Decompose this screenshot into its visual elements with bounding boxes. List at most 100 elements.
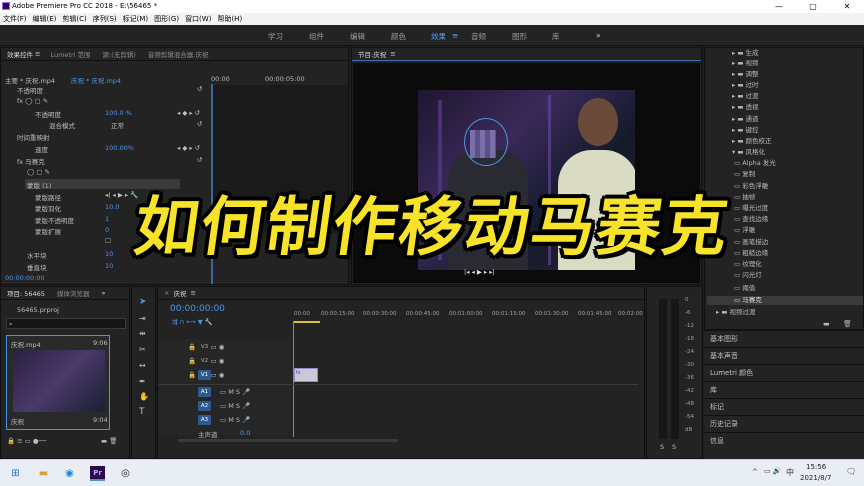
tab-menu-icon[interactable]: ≡ [35, 50, 40, 58]
workspace-editing[interactable]: 编辑 [350, 31, 365, 42]
panel-essential-sound[interactable]: 基本声音 [704, 347, 864, 364]
blend-mode-select[interactable]: 正常 [111, 120, 124, 130]
blend-reset-icon[interactable]: ↺ [197, 120, 202, 128]
capture-app-icon[interactable]: ◎ [118, 466, 133, 481]
mask-outline[interactable] [464, 118, 508, 166]
menu-help[interactable]: 帮助(H) [217, 13, 242, 25]
effect-folder-transition[interactable]: ▸ ▬ 过渡 [732, 90, 759, 100]
notification-icon[interactable]: 🗨 [846, 467, 856, 476]
effect-replicate[interactable]: ▭ 复制 [734, 168, 755, 178]
track-a1[interactable]: A1 [198, 387, 211, 397]
project-new-item-icon[interactable]: ▬ 🗑 [101, 437, 117, 445]
workspace-color[interactable]: 颜色 [391, 31, 406, 42]
workspace-libraries[interactable]: 库 [552, 31, 560, 42]
project-bottom-tools[interactable]: 🔒 ≡ ▭ ●── [7, 437, 46, 445]
v1-lock-toggles[interactable]: 🔒 ▭ ◉ [188, 371, 224, 379]
timeline-horizontal-scrollbar[interactable] [178, 439, 398, 442]
work-area-bar[interactable] [294, 321, 320, 323]
opacity-value[interactable]: 100.0 % [105, 109, 132, 117]
slip-tool-icon[interactable]: ↔ [139, 361, 146, 370]
program-menu-icon[interactable]: ≡ [390, 50, 395, 58]
mosaic-reset-icon[interactable]: ↺ [197, 156, 202, 164]
pen-tool-icon[interactable]: ✒ [139, 377, 146, 386]
clip-thumbnail-card[interactable]: 庆祝.mp4 9:06 庆祝 9:04 [6, 335, 110, 430]
menu-window[interactable]: 窗口(W) [185, 13, 211, 25]
project-overflow-icon[interactable]: » [101, 289, 105, 297]
menu-marker[interactable]: 标记(M) [123, 13, 149, 25]
timeline-clip-v1[interactable]: fx [294, 368, 318, 382]
panel-history[interactable]: 历史记录 [704, 415, 864, 432]
master-track-value[interactable]: 0.0 [240, 429, 250, 437]
ec-timecode[interactable]: 00:00:00:00 [5, 274, 45, 282]
effect-folder-generate[interactable]: ▸ ▬ 生成 [732, 47, 759, 57]
delete-icon[interactable]: 🗑 [843, 320, 852, 328]
start-icon[interactable]: ⊞ [8, 466, 23, 481]
track-select-tool-icon[interactable]: ⇥ [139, 314, 146, 323]
panel-essential-graphics[interactable]: 基本图形 [704, 330, 864, 347]
time-remap-section[interactable]: 时间重映射 [17, 132, 50, 142]
maximize-button[interactable]: ▢ [796, 0, 830, 13]
tray-system-icons[interactable]: ▭ 🔊 [764, 467, 782, 475]
timeline-menu-icon[interactable]: ≡ [190, 289, 195, 297]
v2-lock-toggles[interactable]: 🔒 ▭ ◉ [188, 357, 224, 365]
opacity-keyframe-icon[interactable]: ◂ ◆ ▸ ↺ [177, 109, 200, 117]
mosaic-section[interactable]: fx 马赛克 [17, 156, 45, 166]
master-clip-label[interactable]: 主要 * 庆祝.mp4 [5, 75, 55, 85]
workspace-effects[interactable]: 效果 [431, 31, 446, 42]
tab-media-browser[interactable]: 媒体浏览器 [57, 288, 90, 298]
tab-audio-clip-mixer[interactable]: 音频剪辑混合器:庆祝 [148, 49, 209, 59]
new-folder-icon[interactable]: ▬ [823, 320, 830, 328]
timeline-tool-icons[interactable]: ⇶ ∩ ⟷ ▼ 🔧 [172, 318, 213, 326]
effect-folder-video-transitions[interactable]: ▸ ▬ 视频过渡 [716, 306, 756, 316]
menu-edit[interactable]: 编辑(E) [33, 13, 57, 25]
speed-value[interactable]: 100.00% [105, 144, 134, 152]
timeline-close-icon[interactable]: × [164, 289, 169, 297]
workspace-menu-icon[interactable]: ≡ [452, 31, 458, 40]
a3-toggles[interactable]: ▭ M S 🎤 [220, 416, 250, 424]
workspace-assembly[interactable]: 组件 [309, 31, 324, 42]
sequence-clip-label[interactable]: 庆祝 * 庆祝.mp4 [71, 75, 121, 85]
razor-tool-icon[interactable]: ✂ [139, 345, 146, 354]
edge-browser-icon[interactable]: ◉ [62, 466, 77, 481]
meter-solo-left[interactable]: S [660, 443, 664, 451]
v3-lock-toggles[interactable]: 🔒 ▭ ◉ [188, 343, 224, 351]
meter-solo-right[interactable]: S [672, 443, 676, 451]
tab-lumetri-scopes[interactable]: Lumetri 范围 [50, 49, 90, 59]
menu-sequence[interactable]: 序列(S) [93, 13, 117, 25]
selection-tool-icon[interactable]: ➤ [139, 297, 147, 307]
fx-mask-tools[interactable]: fx ◯ ▢ ✎ [17, 97, 48, 105]
effect-folder-obsolete[interactable]: ▸ ▬ 过时 [732, 79, 759, 89]
project-search-input[interactable]: ⌕ [6, 318, 126, 329]
panel-lumetri-color[interactable]: Lumetri 颜色 [704, 364, 864, 381]
ripple-edit-tool-icon[interactable]: ⇹ [139, 329, 146, 338]
tab-project[interactable]: 项目: 56465 [7, 288, 45, 298]
clock-date[interactable]: 2021/8/7 [800, 474, 831, 482]
menu-graphics[interactable]: 图形(G) [154, 13, 179, 25]
type-tool-icon[interactable]: T [139, 407, 145, 417]
tray-overflow-icon[interactable]: ^ [752, 468, 758, 476]
effect-folder-keying[interactable]: ▸ ▬ 键控 [732, 124, 759, 134]
effect-alpha-glow[interactable]: ▭ Alpha 发光 [734, 157, 776, 167]
file-explorer-icon[interactable]: ▬ [36, 466, 51, 481]
timeline-sequence-tab[interactable]: 庆祝 [173, 288, 186, 298]
effect-strobe-light[interactable]: ▭ 闪光灯 [734, 269, 762, 279]
menu-clip[interactable]: 剪辑(C) [62, 13, 86, 25]
workspace-audio[interactable]: 音频 [471, 31, 486, 42]
a1-toggles[interactable]: ▭ M S 🎤 [220, 388, 250, 396]
minimize-button[interactable]: — [762, 0, 796, 13]
track-a3[interactable]: A3 [198, 415, 211, 425]
workspace-graphics[interactable]: 图形 [512, 31, 527, 42]
menu-file[interactable]: 文件(F) [3, 13, 27, 25]
premiere-taskbar-icon[interactable]: Pr [90, 466, 105, 481]
panel-markers[interactable]: 标记 [704, 398, 864, 415]
a2-toggles[interactable]: ▭ M S 🎤 [220, 402, 250, 410]
effect-folder-adjust[interactable]: ▸ ▬ 调整 [732, 68, 759, 78]
workspace-learn[interactable]: 学习 [268, 31, 283, 42]
panel-libraries[interactable]: 库 [704, 381, 864, 398]
effect-folder-stylize[interactable]: ▾ ▬ 风格化 [732, 146, 765, 156]
mosaic-mask-tools[interactable]: ◯ ▢ ✎ [27, 168, 50, 176]
effect-folder-color-correction[interactable]: ▸ ▬ 颜色校正 [732, 135, 772, 145]
workspace-overflow-icon[interactable]: » [596, 31, 601, 40]
panel-info[interactable]: 信息 [704, 432, 864, 459]
opacity-section[interactable]: 不透明度 [17, 85, 43, 95]
